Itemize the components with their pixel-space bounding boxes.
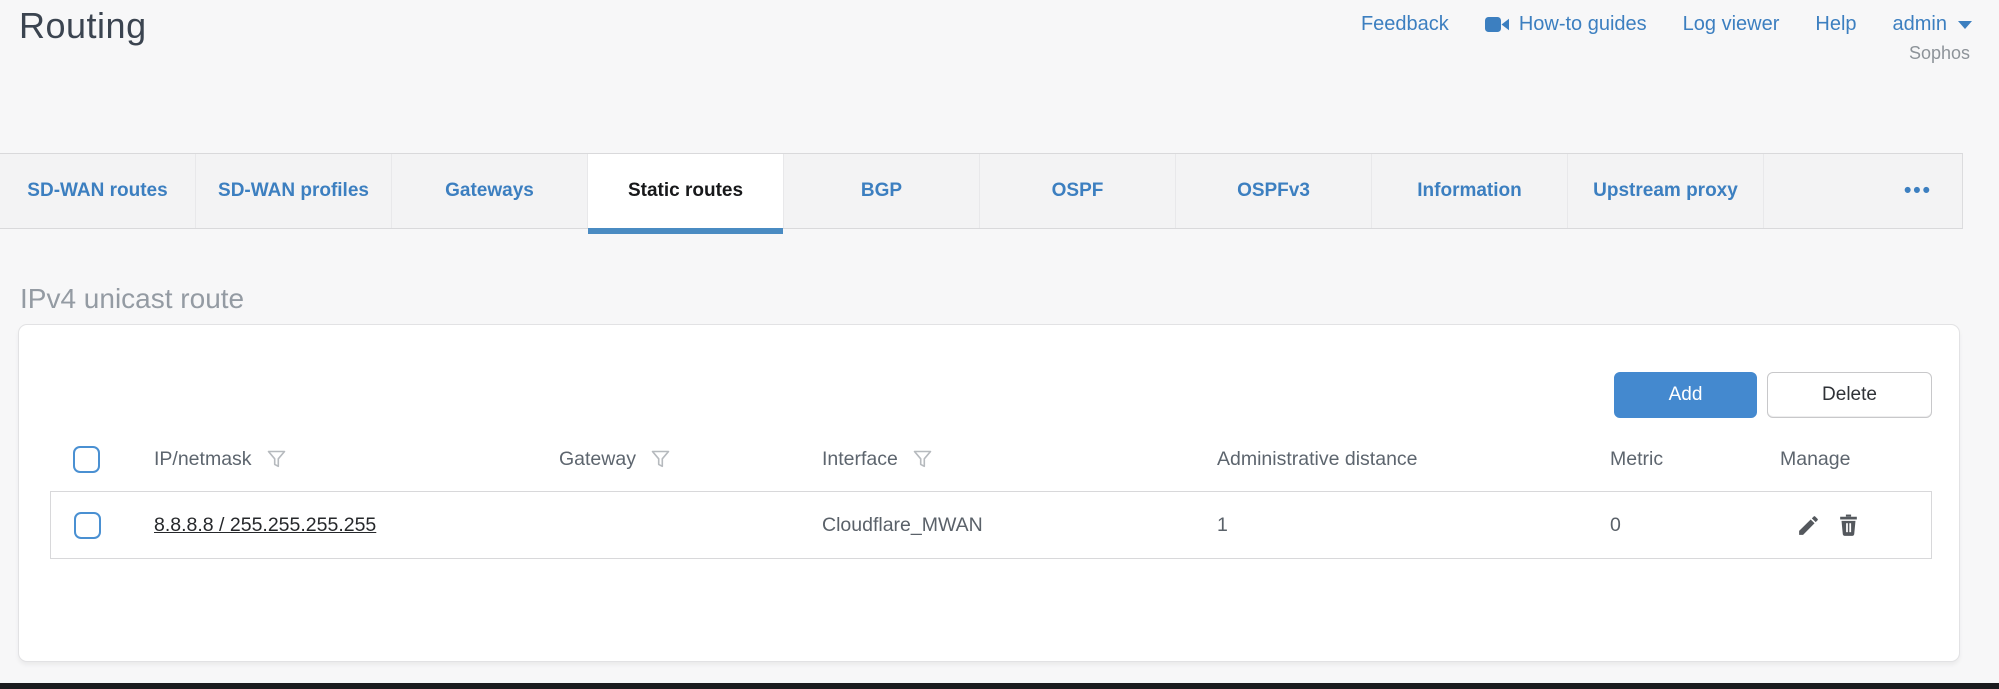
bottom-window-edge [0,683,1999,689]
tab-ospf[interactable]: OSPF [980,154,1176,228]
filter-icon-ip-netmask[interactable] [266,449,287,470]
tab-ospfv3[interactable]: OSPFv3 [1176,154,1372,228]
tab-more[interactable]: ••• [1764,154,1962,228]
select-all-checkbox[interactable] [73,446,100,473]
user-name-label: admin [1893,13,1947,36]
video-camera-icon [1485,16,1510,33]
column-header-ip-netmask: IP/netmask [154,448,252,471]
user-menu[interactable]: admin [1893,13,1972,36]
column-header-metric: Metric [1610,448,1663,471]
ipv4-unicast-route-card: Add Delete IP/netmask Gateway Interface … [18,324,1960,662]
feedback-link[interactable]: Feedback [1361,13,1449,36]
utility-nav: Feedback How-to guides Log viewer Help a… [1361,13,1972,36]
table-header: IP/netmask Gateway Interface Administrat… [51,435,1932,483]
row-checkbox[interactable] [74,512,101,539]
tabbar: SD-WAN routes SD-WAN profiles Gateways S… [0,153,1963,229]
section-title: IPv4 unicast route [20,283,244,315]
brand-label: Sophos [1909,43,1970,64]
card-toolbar: Add Delete [1614,372,1932,418]
delete-button[interactable]: Delete [1767,372,1932,418]
page-title: Routing [19,5,147,47]
help-label: Help [1815,13,1856,36]
log-viewer-link[interactable]: Log viewer [1683,13,1780,36]
filter-icon-interface[interactable] [912,449,933,470]
edit-icon[interactable] [1796,513,1821,538]
filter-icon-gateway[interactable] [650,449,671,470]
column-header-manage: Manage [1780,448,1850,471]
tab-information[interactable]: Information [1372,154,1568,228]
add-button[interactable]: Add [1614,372,1757,418]
column-header-interface: Interface [822,448,898,471]
tab-static-routes[interactable]: Static routes [588,154,784,228]
tab-gateways[interactable]: Gateways [392,154,588,228]
feedback-label: Feedback [1361,13,1449,36]
table-row: 8.8.8.8 / 255.255.255.255 Cloudflare_MWA… [50,491,1932,559]
route-interface-value: Cloudflare_MWAN [822,514,1217,537]
help-link[interactable]: Help [1815,13,1856,36]
caret-down-icon [1958,21,1972,29]
trash-icon[interactable] [1836,513,1861,538]
tab-sdwan-routes[interactable]: SD-WAN routes [0,154,196,228]
route-admin-distance-value: 1 [1217,514,1610,537]
howto-guides-label: How-to guides [1519,13,1647,36]
column-header-gateway: Gateway [559,448,636,471]
column-header-admin-distance: Administrative distance [1217,448,1418,471]
log-viewer-label: Log viewer [1683,13,1780,36]
tab-sdwan-profiles[interactable]: SD-WAN profiles [196,154,392,228]
route-metric-value: 0 [1610,514,1780,537]
tab-bgp[interactable]: BGP [784,154,980,228]
route-ip-netmask-link[interactable]: 8.8.8.8 / 255.255.255.255 [154,514,376,536]
tab-upstream-proxy[interactable]: Upstream proxy [1568,154,1764,228]
howto-guides-link[interactable]: How-to guides [1485,13,1647,36]
